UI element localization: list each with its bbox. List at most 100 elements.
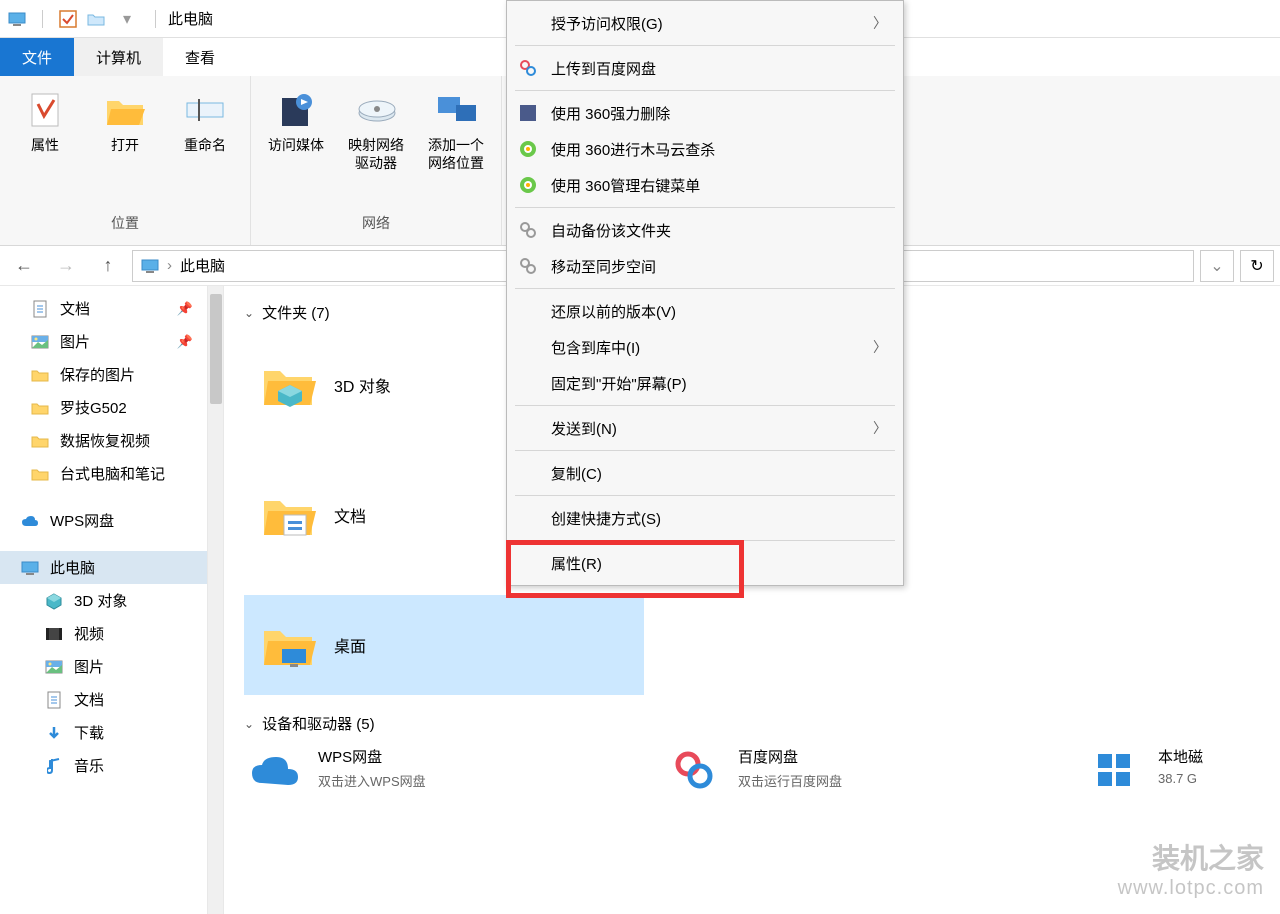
tab-view[interactable]: 查看	[163, 38, 237, 76]
window-title: 此电脑	[168, 8, 213, 29]
nav-forward[interactable]: →	[48, 250, 84, 282]
item-icon	[44, 591, 64, 611]
context-menu-item[interactable]: 使用 360管理右键菜单	[507, 167, 903, 203]
ribbon-group-location: 属性 打开 重命名 位置	[0, 76, 251, 245]
menu-item-icon	[517, 336, 539, 358]
context-menu-item[interactable]: 包含到库中(I)〉	[507, 329, 903, 365]
pin-icon: 📌	[177, 334, 193, 350]
drive-subtitle: 38.7 G	[1158, 771, 1244, 786]
context-menu-item[interactable]: 创建快捷方式(S)	[507, 500, 903, 536]
context-menu-item[interactable]: 自动备份该文件夹	[507, 212, 903, 248]
sidebar-item[interactable]: 文档	[0, 683, 207, 716]
item-icon	[44, 624, 64, 644]
context-menu-item[interactable]: 使用 360进行木马云查杀	[507, 131, 903, 167]
drive-icon	[244, 746, 304, 794]
menu-item-icon	[517, 102, 539, 124]
ribbon-properties[interactable]: 属性	[14, 90, 76, 154]
pc-icon	[8, 10, 26, 28]
context-menu-item[interactable]: 还原以前的版本(V)	[507, 293, 903, 329]
item-icon	[20, 558, 40, 578]
sidebar-item[interactable]: 保存的图片	[0, 358, 207, 391]
sidebar-item[interactable]: 下载	[0, 716, 207, 749]
drive-item[interactable]: WPS网盘双击进入WPS网盘	[244, 746, 604, 794]
menu-separator	[515, 288, 895, 289]
sidebar-item[interactable]: WPS网盘	[0, 504, 207, 537]
sidebar-item-label: 文档	[74, 689, 104, 710]
ribbon-open[interactable]: 打开	[94, 90, 156, 154]
qat-dropdown[interactable]: ▾	[123, 9, 131, 29]
menu-item-label: 属性(R)	[551, 553, 887, 574]
menu-item-label: 使用 360进行木马云查杀	[551, 139, 887, 160]
folder-icon	[260, 617, 316, 673]
context-menu-item[interactable]: 使用 360强力删除	[507, 95, 903, 131]
item-icon	[44, 723, 64, 743]
item-icon	[20, 511, 40, 531]
sidebar-scrollbar[interactable]	[208, 286, 224, 914]
ribbon-group-label: 网络	[362, 209, 390, 237]
context-menu-item[interactable]: 移动至同步空间	[507, 248, 903, 284]
context-menu-item[interactable]: 授予访问权限(G)〉	[507, 5, 903, 41]
menu-item-icon	[517, 219, 539, 241]
folder-icon[interactable]	[87, 10, 105, 28]
item-icon	[30, 464, 50, 484]
menu-item-icon	[517, 552, 539, 574]
sidebar-item[interactable]: 3D 对象	[0, 584, 207, 617]
context-menu-item[interactable]: 固定到"开始"屏幕(P)	[507, 365, 903, 401]
sidebar-item[interactable]: 文档📌	[0, 292, 207, 325]
open-folder-icon	[105, 90, 145, 130]
ribbon-label: 属性	[31, 136, 59, 154]
menu-separator	[515, 495, 895, 496]
section-title: 文件夹 (7)	[262, 302, 330, 323]
sidebar-item[interactable]: 图片	[0, 650, 207, 683]
media-icon	[276, 90, 316, 130]
menu-separator	[515, 90, 895, 91]
refresh-button[interactable]: ↻	[1240, 250, 1274, 282]
sidebar-item[interactable]: 罗技G502	[0, 391, 207, 424]
nav-up[interactable]: ↑	[90, 250, 126, 282]
menu-item-label: 移动至同步空间	[551, 256, 887, 277]
ribbon-label: 访问媒体	[268, 136, 324, 154]
ribbon-access-media[interactable]: 访问媒体	[265, 90, 327, 154]
sidebar-item-label: 文档	[60, 298, 90, 319]
sidebar-item[interactable]: 视频	[0, 617, 207, 650]
submenu-arrow-icon: 〉	[873, 337, 887, 357]
breadcrumb-location[interactable]: 此电脑	[180, 255, 225, 276]
checkbox-icon[interactable]	[59, 10, 77, 28]
sidebar-item-label: 音乐	[74, 755, 104, 776]
context-menu-item[interactable]: 上传到百度网盘	[507, 50, 903, 86]
drive-icon	[664, 746, 724, 794]
menu-item-icon	[517, 507, 539, 529]
folder-icon	[260, 357, 316, 413]
drive-item[interactable]: 百度网盘双击运行百度网盘	[664, 746, 1024, 794]
scrollbar-thumb[interactable]	[210, 294, 222, 404]
sidebar-item[interactable]: 台式电脑和笔记	[0, 457, 207, 490]
context-menu-item[interactable]: 发送到(N)〉	[507, 410, 903, 446]
address-dropdown[interactable]: ⌄	[1200, 250, 1234, 282]
item-icon	[44, 690, 64, 710]
breadcrumb-sep: ›	[167, 257, 172, 274]
chevron-down-icon: ⌄	[244, 306, 254, 320]
menu-item-label: 还原以前的版本(V)	[551, 301, 887, 322]
sidebar-item[interactable]: 音乐	[0, 749, 207, 782]
sidebar-item[interactable]: 数据恢复视频	[0, 424, 207, 457]
folder-item[interactable]: 桌面	[244, 595, 644, 695]
sidebar-item[interactable]: 图片📌	[0, 325, 207, 358]
context-menu-item[interactable]: 属性(R)	[507, 545, 903, 581]
separator	[42, 10, 43, 28]
sidebar-item-label: 台式电脑和笔记	[60, 463, 165, 484]
ribbon-map-drive[interactable]: 映射网络 驱动器	[345, 90, 407, 172]
drive-item[interactable]: 本地磁38.7 G	[1084, 746, 1244, 794]
ribbon-label: 映射网络 驱动器	[348, 136, 404, 172]
tab-file[interactable]: 文件	[0, 38, 74, 76]
nav-back[interactable]: ←	[6, 250, 42, 282]
ribbon-rename[interactable]: 重命名	[174, 90, 236, 154]
context-menu-item[interactable]: 复制(C)	[507, 455, 903, 491]
navigation-pane: 文档📌图片📌保存的图片罗技G502数据恢复视频台式电脑和笔记WPS网盘此电脑3D…	[0, 286, 208, 914]
menu-separator	[515, 207, 895, 208]
sidebar-item-label: 图片	[74, 656, 104, 677]
ribbon-add-location[interactable]: 添加一个 网络位置	[425, 90, 487, 172]
tab-computer[interactable]: 计算机	[74, 38, 163, 76]
sidebar-item[interactable]: 此电脑	[0, 551, 207, 584]
section-devices-header[interactable]: ⌄ 设备和驱动器 (5)	[244, 713, 1260, 734]
item-icon	[30, 431, 50, 451]
